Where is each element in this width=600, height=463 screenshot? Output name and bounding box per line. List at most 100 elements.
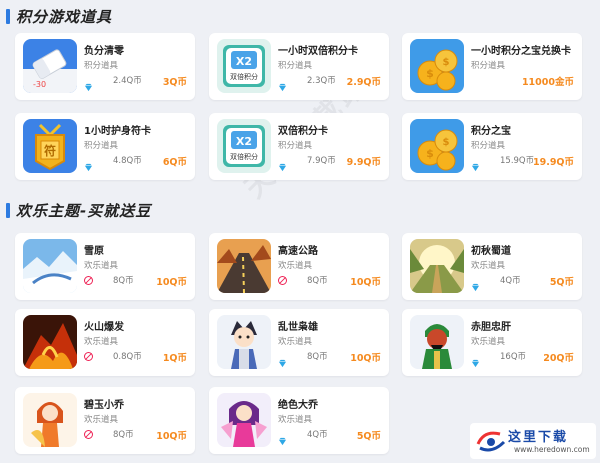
product-name[interactable]: 高速公路	[278, 242, 318, 257]
svg-text:符: 符	[44, 143, 56, 158]
product-card[interactable]: 高速公路欢乐道具 8Q币 10Q币	[209, 233, 389, 300]
prohibited-icon	[84, 430, 93, 439]
prohibited-icon	[278, 276, 287, 285]
gold-coins-icon[interactable]: $ $	[410, 39, 464, 93]
product-card[interactable]: 绝色大乔 欢乐道具 4Q币 5Q币	[209, 387, 389, 454]
svg-text:-30: -30	[33, 80, 46, 89]
xiaoqiao-avatar-icon[interactable]	[23, 393, 77, 447]
product-category: 积分道具	[471, 61, 506, 71]
original-price: 15.9Q币	[500, 156, 535, 166]
product-name[interactable]: 积分之宝	[471, 122, 511, 137]
original-price: 8Q币	[307, 276, 328, 286]
site-brand-logo: 这里下载 www.heredown.com	[470, 423, 596, 459]
prohibited-icon	[84, 352, 93, 361]
diamond-icon	[471, 157, 480, 172]
product-card[interactable]: $ $ 一小时积分之宝兑换卡 积分道具 11000金币	[402, 33, 582, 100]
product-category: 欢乐道具	[278, 337, 313, 347]
product-card[interactable]: -30 负分清零积分道具 2.4Q币 3Q币	[15, 33, 195, 100]
diamond-icon	[278, 157, 287, 172]
section-bar	[6, 9, 10, 24]
diamond-icon	[84, 77, 93, 92]
product-card[interactable]: 碧玉小乔 欢乐道具 8Q币 10Q币	[15, 387, 195, 454]
sale-price: 10Q币	[350, 353, 381, 364]
product-category: 欢乐道具	[84, 337, 119, 347]
original-price: 4Q币	[500, 276, 521, 286]
product-category: 欢乐道具	[471, 337, 506, 347]
product-category: 积分道具	[471, 141, 506, 151]
product-name[interactable]: 双倍积分卡	[278, 122, 328, 137]
product-name[interactable]: 赤胆忠肝	[471, 318, 511, 333]
diamond-icon	[278, 431, 287, 446]
product-name[interactable]: 乱世枭雄	[278, 318, 318, 333]
autumn-road-theme-icon[interactable]	[410, 239, 464, 293]
product-card[interactable]: X2 双倍积分 一小时双倍积分卡 积分道具 2.3Q币 2.9Q币	[209, 33, 389, 100]
product-category: 欢乐道具	[278, 415, 313, 425]
product-card[interactable]: X2 双倍积分 双倍积分卡 积分道具 7.9Q币 9.9Q币	[209, 113, 389, 180]
original-price: 8Q币	[113, 430, 134, 440]
svg-text:X2: X2	[236, 55, 252, 68]
svg-text:$: $	[426, 147, 434, 160]
section-title-text: 欢乐主题-买就送豆	[16, 202, 152, 220]
original-price: 8Q币	[113, 276, 134, 286]
diamond-icon	[278, 77, 287, 92]
original-price: 16Q币	[500, 352, 527, 362]
warlord-avatar-icon[interactable]	[217, 315, 271, 369]
product-name[interactable]: 绝色大乔	[278, 396, 318, 411]
section-title-text: 积分游戏道具	[16, 8, 113, 26]
section-bar	[6, 203, 10, 218]
product-name[interactable]: 初秋蜀道	[471, 242, 511, 257]
product-name[interactable]: 一小时双倍积分卡	[278, 42, 358, 57]
original-price: 2.3Q币	[307, 76, 336, 86]
sale-price: 5Q币	[356, 431, 381, 442]
amulet-icon[interactable]: 符	[23, 119, 77, 173]
product-category: 欢乐道具	[471, 261, 506, 271]
daqiao-avatar-icon[interactable]	[217, 393, 271, 447]
sale-price: 3Q币	[162, 77, 187, 88]
svg-text:$: $	[443, 137, 450, 148]
gold-coins-icon[interactable]: $ $	[410, 119, 464, 173]
product-category: 欢乐道具	[84, 415, 119, 425]
product-name[interactable]: 碧玉小乔	[84, 396, 124, 411]
product-card[interactable]: 乱世枭雄 欢乐道具 8Q币 10Q币	[209, 309, 389, 376]
brand-title: 这里下载	[508, 430, 569, 445]
sale-price: 9.9Q币	[346, 157, 381, 168]
product-name[interactable]: 一小时积分之宝兑换卡	[471, 42, 571, 57]
diamond-icon	[84, 157, 93, 172]
product-category: 欢乐道具	[84, 261, 119, 271]
product-card[interactable]: 初秋蜀道 欢乐道具 4Q币 5Q币	[402, 233, 582, 300]
sale-price: 10Q币	[350, 277, 381, 288]
double-score-card-icon[interactable]: X2 双倍积分	[217, 39, 271, 93]
product-category: 积分道具	[84, 141, 119, 151]
sale-price: 10Q币	[156, 277, 187, 288]
loyal-general-avatar-icon[interactable]	[410, 315, 464, 369]
highway-theme-icon[interactable]	[217, 239, 271, 293]
sale-price: 1Q币	[162, 353, 187, 364]
section-title-fun-themes: 欢乐主题-买就送豆	[6, 200, 151, 221]
original-price: 4.8Q币	[113, 156, 142, 166]
sale-price: 6Q币	[162, 157, 187, 168]
svg-text:$: $	[426, 67, 434, 80]
brand-swirl-icon	[476, 431, 506, 452]
svg-text:X2: X2	[236, 135, 252, 148]
prohibited-icon	[84, 276, 93, 285]
original-price: 2.4Q币	[113, 76, 142, 86]
snowfield-theme-icon[interactable]	[23, 239, 77, 293]
product-card[interactable]: 符 1小时护身符卡积分道具 4.8Q币 6Q币	[15, 113, 195, 180]
product-card[interactable]: 雪原欢乐道具 8Q币 10Q币	[15, 233, 195, 300]
product-category: 积分道具	[84, 61, 119, 71]
product-category: 欢乐道具	[278, 261, 313, 271]
product-name[interactable]: 1小时护身符卡	[84, 122, 151, 137]
double-score-card-icon[interactable]: X2 双倍积分	[217, 119, 271, 173]
sale-price: 2.9Q币	[346, 77, 381, 88]
section-title-score-items: 积分游戏道具	[6, 6, 112, 27]
product-name[interactable]: 火山爆发	[84, 318, 124, 333]
svg-text:$: $	[443, 57, 450, 68]
svg-text:双倍积分: 双倍积分	[230, 72, 258, 81]
eraser-icon[interactable]: -30	[23, 39, 77, 93]
product-name[interactable]: 雪原	[84, 242, 104, 257]
product-name[interactable]: 负分清零	[84, 42, 124, 57]
product-card[interactable]: 赤胆忠肝 欢乐道具 16Q币 20Q币	[402, 309, 582, 376]
product-card[interactable]: $ $ 积分之宝 积分道具 15.9Q币 19.9Q币	[402, 113, 582, 180]
product-card[interactable]: 火山爆发 欢乐道具 0.8Q币 1Q币	[15, 309, 195, 376]
volcano-theme-icon[interactable]	[23, 315, 77, 369]
